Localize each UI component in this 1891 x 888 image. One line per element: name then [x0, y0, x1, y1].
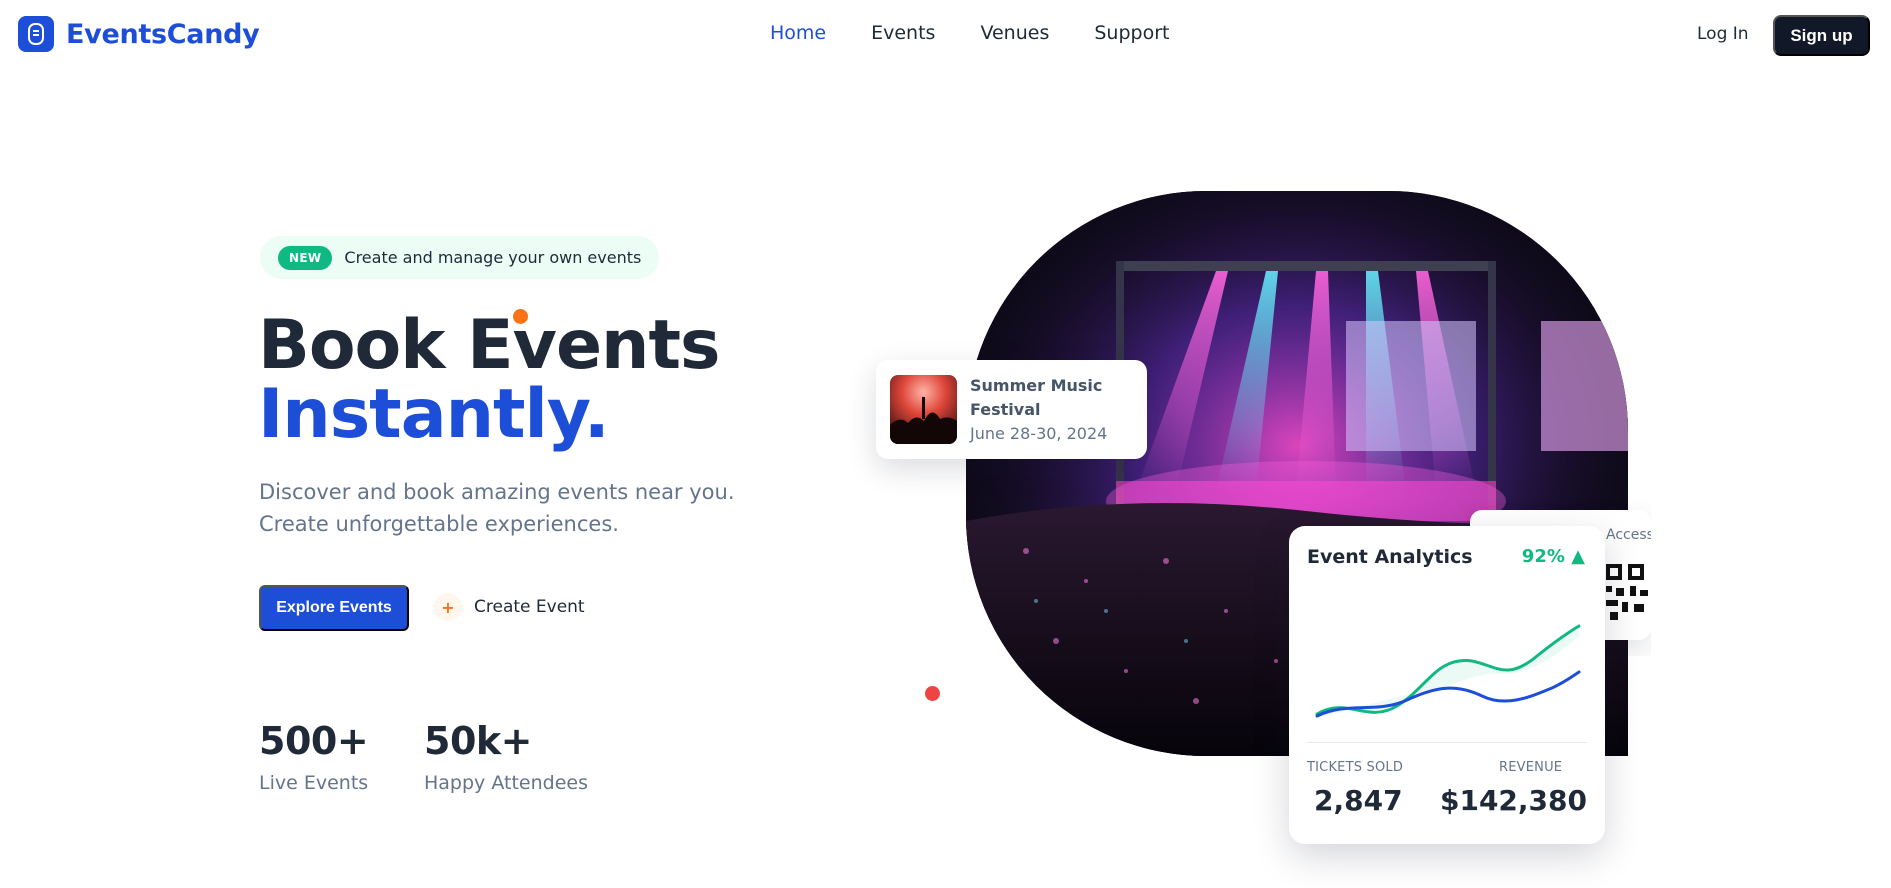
new-badge: NEW [278, 245, 333, 270]
plus-icon: + [434, 593, 462, 621]
ticket-icon [18, 16, 54, 52]
nav-link-home[interactable]: Home [770, 22, 826, 44]
nav-link-events[interactable]: Events [871, 22, 935, 44]
event-info: Summer Music Festival June 28-30, 2024 [970, 374, 1107, 446]
event-analytics-card[interactable]: Event Analytics 92% ▲ TICKETS SOLD REVEN… [1289, 526, 1605, 844]
stat-label: Live Events [259, 772, 369, 794]
hero-subtitle: Discover and book amazing events near yo… [259, 476, 779, 540]
qr-code-icon [1606, 564, 1648, 620]
revenue-value: $142,380 [1439, 784, 1587, 817]
brand-logo[interactable]: EventsCandy [18, 16, 260, 52]
announcement-pill[interactable]: NEW Create and manage your own events [260, 236, 660, 279]
decorative-dot-red [925, 686, 940, 701]
hero-subtitle-line1: Discover and book amazing events near yo… [259, 480, 735, 504]
analytics-title: Event Analytics [1307, 546, 1473, 568]
create-event-label: Create Event [474, 597, 585, 617]
event-name-line1: Summer Music [970, 375, 1103, 395]
signup-button[interactable]: Sign up [1773, 15, 1870, 56]
brand-name: EventsCandy [66, 18, 260, 50]
revenue-label: REVENUE [1499, 760, 1563, 775]
create-event-button[interactable]: + Create Event [434, 593, 585, 621]
featured-event-card[interactable]: Summer Music Festival June 28-30, 2024 [876, 360, 1147, 459]
qr-access-label: Access [1606, 527, 1651, 543]
stat-happy-attendees: 50k+ Happy Attendees [424, 718, 588, 794]
stat-label: Happy Attendees [424, 772, 588, 794]
decorative-dot-orange [513, 309, 528, 324]
nav-link-venues[interactable]: Venues [980, 22, 1049, 44]
tickets-sold-value: 2,847 [1314, 784, 1403, 817]
analytics-divider [1307, 742, 1587, 743]
stat-live-events: 500+ Live Events [259, 718, 369, 794]
login-link[interactable]: Log In [1697, 24, 1749, 44]
announcement-text: Create and manage your own events [344, 248, 642, 267]
hero-subtitle-line2: Create unforgettable experiences. [259, 512, 619, 536]
hero-title-line2: Instantly. [258, 375, 610, 454]
hero-title-line1: Book Events [258, 306, 720, 385]
tickets-sold-label: TICKETS SOLD [1307, 760, 1404, 775]
top-navigation: EventsCandy Home Events Venues Support L… [0, 0, 1891, 72]
analytics-sparkline-chart [1315, 624, 1581, 718]
analytics-change-badge: 92% ▲ [1521, 546, 1585, 567]
main-nav: Home Events Venues Support [770, 22, 1169, 44]
stat-value: 500+ [259, 719, 369, 763]
event-thumbnail [890, 375, 957, 444]
nav-link-support[interactable]: Support [1094, 22, 1169, 44]
explore-events-button[interactable]: Explore Events [259, 585, 409, 631]
event-name-line2: Festival [970, 399, 1041, 419]
stat-value: 50k+ [424, 719, 532, 763]
event-date: June 28-30, 2024 [970, 423, 1108, 443]
